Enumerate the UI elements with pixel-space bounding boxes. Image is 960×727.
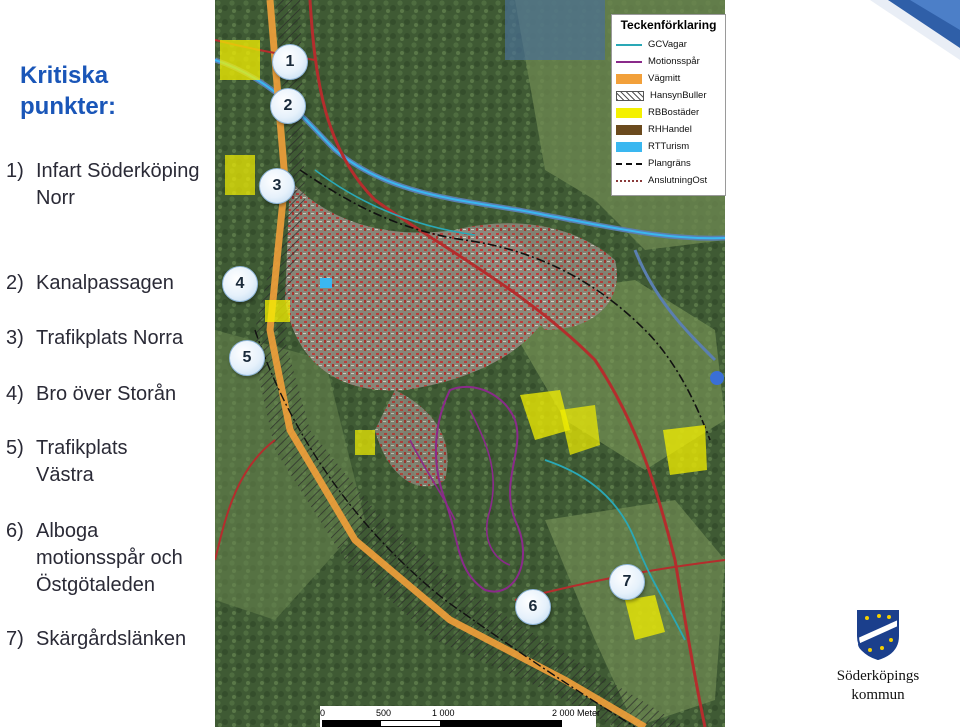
legend-item: Vägmitt	[612, 70, 725, 87]
dotted-swatch-icon	[616, 179, 642, 182]
residential-zone	[663, 425, 707, 475]
list-item-number: 1)	[6, 160, 24, 182]
list-item-text: Bro över Storån	[36, 383, 177, 405]
line-swatch-icon	[616, 60, 642, 63]
scale-label: 500	[376, 708, 392, 718]
coat-of-arms-icon	[857, 610, 899, 661]
legend-item: Plangräns	[612, 155, 725, 172]
legend-item: GCVagar	[612, 36, 725, 53]
list-item: 6) Alboga motionsspår och Östgötaleden	[6, 518, 211, 599]
fill-swatch-icon	[616, 107, 642, 118]
list-item-number: 7)	[6, 628, 24, 650]
list-item: 1) Infart Söderköping Norr	[6, 158, 211, 212]
map-marker-1[interactable]: 1	[272, 44, 308, 80]
scale-bar: 0 500 1 000 2 000 Meter	[320, 706, 600, 727]
list-item-text: Alboga motionsspår och Östgötaleden	[36, 520, 183, 596]
legend-label: AnslutningOst	[648, 175, 708, 186]
legend-label: RTTurism	[648, 141, 690, 152]
fill-swatch-icon	[616, 124, 642, 135]
legend-item: RBBostäder	[612, 104, 725, 121]
map-marker-3[interactable]: 3	[259, 168, 295, 204]
legend-label: Motionsspår	[648, 56, 700, 67]
municipality-logo: Söderköpings kommun	[828, 608, 928, 708]
logo-text-line-2: kommun	[851, 687, 905, 703]
list-item-text: Trafikplats Norra	[36, 327, 184, 349]
list-item-number: 6)	[6, 520, 24, 542]
list-item-text: Infart Söderköping Norr	[36, 160, 200, 209]
map-marker-5[interactable]: 5	[229, 340, 265, 376]
title-line-2: punkter:	[20, 93, 116, 120]
dashdot-swatch-icon	[616, 162, 642, 165]
scale-segment	[440, 720, 562, 727]
legend-title: Teckenförklaring	[620, 18, 717, 32]
list-item-text: Trafikplats Västra	[36, 437, 128, 486]
legend-label: Plangräns	[648, 158, 691, 169]
residential-zone	[220, 40, 260, 80]
line-swatch-icon	[616, 43, 642, 46]
scale-label: 1 000	[432, 708, 455, 718]
legend-item: HansynBuller	[612, 87, 725, 104]
legend-item: Motionsspår	[612, 53, 725, 70]
logo-text-line-1: Söderköpings	[836, 668, 920, 684]
list-item-number: 5)	[6, 437, 24, 459]
list-item: 3) Trafikplats Norra	[6, 325, 211, 352]
tourism-zone	[710, 371, 724, 385]
page-title: Kritiska punkter:	[20, 60, 116, 122]
list-item-text: Kanalpassagen	[36, 272, 174, 294]
scale-label: 0	[320, 708, 326, 718]
map-marker-4[interactable]: 4	[222, 266, 258, 302]
legend-label: GCVagar	[648, 39, 687, 50]
scale-label: 2 000 Meter	[552, 708, 601, 718]
tourism-zone	[320, 278, 332, 288]
legend-label: RBBostäder	[648, 107, 700, 118]
list-item-number: 4)	[6, 383, 24, 405]
hatch-swatch-icon	[616, 90, 644, 101]
list-item: 4) Bro över Storån	[6, 381, 211, 408]
list-item-number: 3)	[6, 327, 24, 349]
residential-zone	[225, 155, 255, 195]
legend-item: RTTurism	[612, 138, 725, 155]
fill-swatch-icon	[616, 73, 642, 84]
list-item: 7) Skärgårdslänken	[6, 626, 211, 653]
scale-segment	[380, 720, 442, 727]
map-marker-6[interactable]: 6	[515, 589, 551, 625]
lake	[505, 0, 605, 60]
legend-item: AnslutningOst	[612, 172, 725, 189]
list-item: 2) Kanalpassagen	[6, 270, 211, 297]
residential-zone	[265, 300, 290, 322]
list-item: 5) Trafikplats Västra	[6, 435, 166, 489]
map-legend: Teckenförklaring GCVagar Motionsspår Väg…	[611, 14, 726, 196]
scale-segment	[322, 720, 382, 727]
fill-swatch-icon	[616, 141, 642, 152]
residential-zone	[355, 430, 375, 455]
list-item-text: Skärgårdslänken	[36, 628, 187, 650]
list-item-number: 2)	[6, 272, 24, 294]
legend-label: Vägmitt	[648, 73, 681, 84]
legend-item: RHHandel	[612, 121, 725, 138]
map-marker-2[interactable]: 2	[270, 88, 306, 124]
corner-decoration	[870, 0, 960, 60]
title-line-1: Kritiska	[20, 62, 109, 89]
legend-label: RHHandel	[648, 124, 692, 135]
legend-label: HansynBuller	[650, 90, 707, 101]
map-marker-7[interactable]: 7	[609, 564, 645, 600]
